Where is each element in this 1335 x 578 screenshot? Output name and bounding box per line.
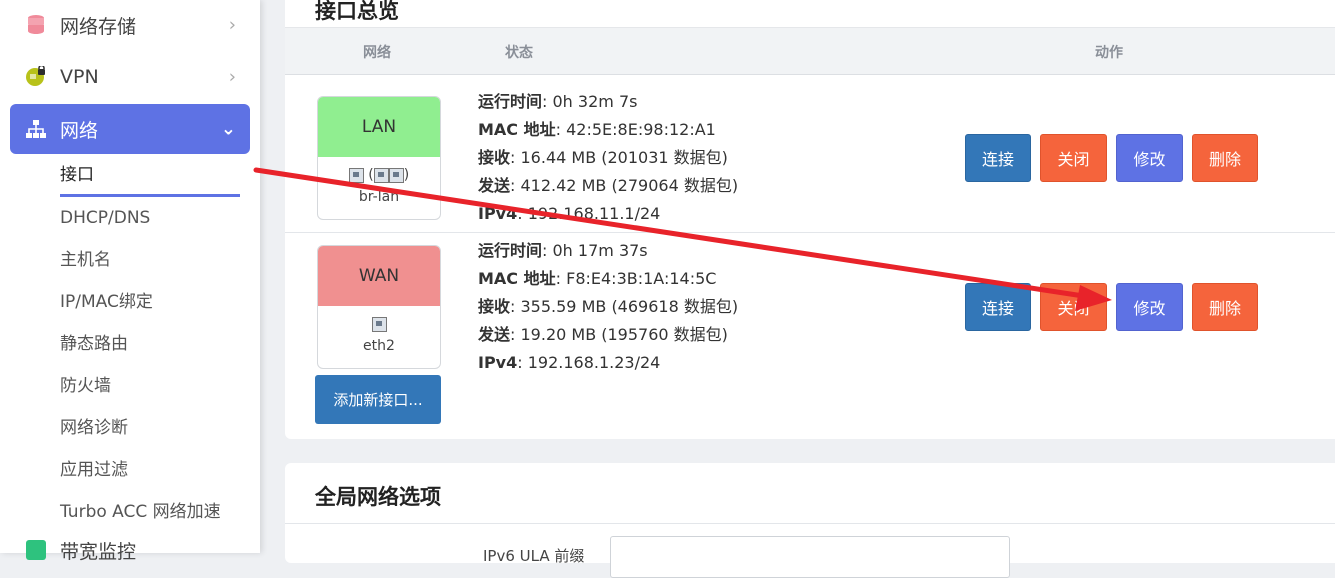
sidebar-subitem-firewall[interactable]: 防火墙 xyxy=(60,372,111,400)
overview-title: 接口总览 xyxy=(315,0,399,23)
device-icons: () xyxy=(318,167,440,183)
interface-name: LAN xyxy=(318,97,440,157)
add-interface-button[interactable]: 添加新接口... xyxy=(315,375,441,424)
sidebar-item-vpn[interactable]: VPN › xyxy=(10,52,250,102)
status-label: MAC 地址 xyxy=(478,120,556,139)
device-icons xyxy=(318,316,440,332)
rx-value: 355.59 MB (469618 数据包) xyxy=(520,297,739,316)
chart-icon xyxy=(24,538,48,562)
interface-badge-wan: WAN eth2 xyxy=(317,245,441,369)
status-label: MAC 地址 xyxy=(478,269,556,288)
status-label: 接收 xyxy=(478,148,511,167)
lan-delete-button[interactable]: 删除 xyxy=(1192,134,1258,182)
sidebar-item-network[interactable]: 网络 ⌄ xyxy=(10,104,250,154)
sidebar-item-label: 网络 xyxy=(60,119,99,142)
ethernet-icon xyxy=(388,167,404,183)
ethernet-icon xyxy=(348,167,364,183)
sidebar-subitem-ipmac[interactable]: IP/MAC绑定 xyxy=(60,288,153,316)
ula-prefix-label: IPv6 ULA 前缀 xyxy=(483,547,585,565)
header-network: 网络 xyxy=(363,45,391,61)
database-icon xyxy=(24,13,48,37)
rx-value: 16.44 MB (201031 数据包) xyxy=(520,148,728,167)
network-icon xyxy=(24,117,48,141)
vpn-icon xyxy=(24,65,48,89)
ethernet-icon xyxy=(373,167,389,183)
row-divider xyxy=(285,232,1335,233)
status-label: 发送 xyxy=(478,176,511,195)
chevron-right-icon: › xyxy=(228,66,236,88)
interface-badge-lan: LAN () br-lan xyxy=(317,96,441,220)
interface-name: WAN xyxy=(318,246,440,306)
table-header: 网络 状态 动作 xyxy=(285,27,1335,75)
sidebar-subitem-routes[interactable]: 静态路由 xyxy=(60,330,128,358)
tx-value: 19.20 MB (195760 数据包) xyxy=(520,325,728,344)
lan-status: 运行时间: 0h 32m 7s MAC 地址: 42:5E:8E:98:12:A… xyxy=(478,92,739,223)
lan-connect-button[interactable]: 连接 xyxy=(965,134,1031,182)
sidebar-item-storage[interactable]: 网络存储 › xyxy=(10,0,250,50)
ipv4-value: 192.168.11.1/24 xyxy=(527,204,661,223)
header-status: 状态 xyxy=(505,45,533,61)
ipv4-value: 192.168.1.23/24 xyxy=(527,353,661,372)
sidebar-item-label: VPN xyxy=(60,66,99,88)
status-label: 运行时间 xyxy=(478,241,543,260)
status-label: 接收 xyxy=(478,297,511,316)
tx-value: 412.42 MB (279064 数据包) xyxy=(520,176,739,195)
sidebar-subitem-dhcp[interactable]: DHCP/DNS xyxy=(60,204,150,232)
wan-edit-button[interactable]: 修改 xyxy=(1116,283,1183,331)
active-subitem-underline xyxy=(60,194,240,197)
header-actions: 动作 xyxy=(1095,45,1123,61)
ula-prefix-input[interactable] xyxy=(610,536,1010,578)
sidebar-subitem-appfilter[interactable]: 应用过滤 xyxy=(60,456,128,484)
ethernet-icon xyxy=(371,316,387,332)
chevron-right-icon: › xyxy=(228,14,236,36)
lan-edit-button[interactable]: 修改 xyxy=(1116,134,1183,182)
status-label: 运行时间 xyxy=(478,92,543,111)
uptime-value: 0h 17m 37s xyxy=(552,241,648,260)
wan-stop-button[interactable]: 关闭 xyxy=(1040,283,1107,331)
wan-delete-button[interactable]: 删除 xyxy=(1192,283,1258,331)
status-label: 发送 xyxy=(478,325,511,344)
interface-overview-card: 接口总览 网络 状态 动作 LAN () br-lan 运行时间: 0h 32m… xyxy=(285,0,1335,439)
mac-value: 42:5E:8E:98:12:A1 xyxy=(566,120,716,139)
wan-connect-button[interactable]: 连接 xyxy=(965,283,1031,331)
global-title: 全局网络选项 xyxy=(315,485,441,509)
lan-stop-button[interactable]: 关闭 xyxy=(1040,134,1107,182)
mac-value: F8:E4:3B:1A:14:5C xyxy=(566,269,717,288)
sidebar-item-label: 网络存储 xyxy=(60,15,137,38)
wan-status: 运行时间: 0h 17m 37s MAC 地址: F8:E4:3B:1A:14:… xyxy=(478,241,739,372)
sidebar-subitem-hostnames[interactable]: 主机名 xyxy=(60,246,111,274)
uptime-value: 0h 32m 7s xyxy=(552,92,638,111)
sidebar-item-label: 带宽监控 xyxy=(60,540,137,563)
chevron-down-icon: ⌄ xyxy=(220,118,236,140)
divider xyxy=(285,523,1335,524)
sidebar-subitem-diagnostics[interactable]: 网络诊断 xyxy=(60,414,128,442)
global-options-card: 全局网络选项 IPv6 ULA 前缀 xyxy=(285,463,1335,578)
status-label: IPv4 xyxy=(478,353,518,372)
status-label: IPv4 xyxy=(478,204,518,223)
sidebar-subitem-turboacc[interactable]: Turbo ACC 网络加速 xyxy=(60,498,221,526)
sidebar-item-bandwidth[interactable]: 带宽监控 xyxy=(10,535,250,565)
device-name: br-lan xyxy=(358,189,400,205)
sidebar: 网络存储 › VPN › 网络 ⌄ 接口 DHCP/DNS 主机名 IP/MAC… xyxy=(0,0,260,563)
device-name: eth2 xyxy=(363,338,395,354)
sidebar-subitem-interfaces[interactable]: 接口 xyxy=(60,161,94,189)
